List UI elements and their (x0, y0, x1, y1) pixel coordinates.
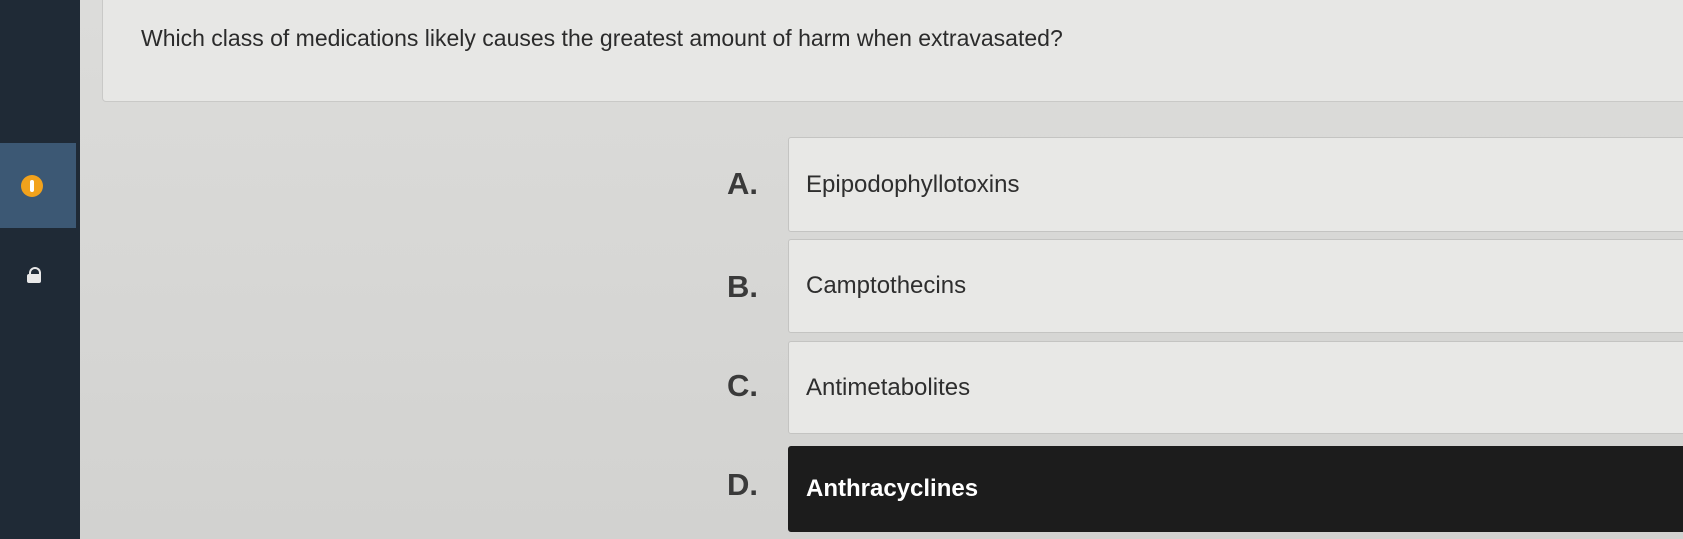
answer-option-c[interactable]: Antimetabolites (788, 341, 1683, 434)
left-rail (0, 0, 80, 539)
answer-letter-d: D. (727, 467, 758, 502)
answer-letter-b: B. (727, 269, 758, 304)
rail-item-lock[interactable] (0, 255, 76, 295)
warning-icon (21, 174, 43, 197)
quiz-screen: Which class of medications likely causes… (0, 0, 1683, 539)
answer-option-b[interactable]: Camptothecins (788, 239, 1683, 333)
answer-option-d[interactable]: Anthracyclines (788, 446, 1683, 532)
question-text: Which class of medications likely causes… (141, 25, 1063, 51)
answer-letter-c: C. (727, 368, 758, 403)
answer-letter-a: A. (727, 166, 758, 201)
lock-icon (27, 267, 41, 283)
answer-option-a[interactable]: Epipodophyllotoxins (788, 137, 1683, 232)
rail-item-warning[interactable] (0, 143, 76, 228)
